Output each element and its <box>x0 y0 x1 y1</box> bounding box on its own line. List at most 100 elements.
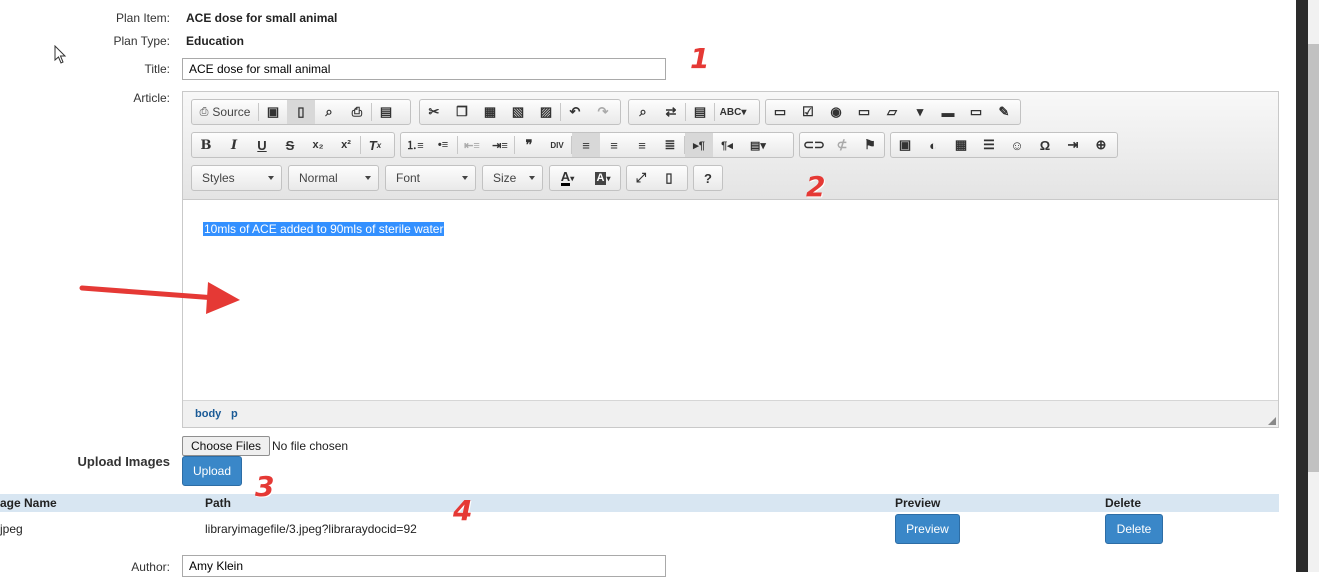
image-icon[interactable]: ▣ <box>891 133 919 157</box>
hidden-field-icon[interactable]: ✎ <box>990 100 1018 124</box>
path-p-link[interactable]: p <box>231 408 238 420</box>
numbered-list-icon[interactable]: ⒈≡ <box>401 133 429 157</box>
undo-icon[interactable]: ↶ <box>561 100 589 124</box>
background-color-icon[interactable]: A ▾ <box>585 166 620 190</box>
save-icon[interactable]: ▣ <box>259 100 287 124</box>
indent-icon[interactable]: ⇥≡ <box>486 133 514 157</box>
ltr-icon[interactable]: ▸¶ <box>685 133 713 157</box>
remove-format-icon[interactable]: Tx <box>361 133 389 157</box>
no-file-chosen-text: No file chosen <box>272 439 349 453</box>
form-icon[interactable]: ▭ <box>766 100 794 124</box>
paste-icon[interactable]: ▦ <box>476 100 504 124</box>
anchor-flag-icon[interactable]: ⚑ <box>856 133 884 157</box>
special-char-icon[interactable]: Ω <box>1031 133 1059 157</box>
header-image-name: age Name <box>0 496 57 510</box>
smiley-icon[interactable]: ☺ <box>1003 133 1031 157</box>
outdent-icon[interactable]: ⇤≡ <box>458 133 486 157</box>
spellcheck-icon[interactable]: ABC▾ <box>715 100 751 124</box>
resize-handle-icon[interactable] <box>1268 417 1276 425</box>
page-scrollbar-thumb[interactable] <box>1308 44 1319 472</box>
italic-icon[interactable]: I <box>220 133 248 157</box>
iframe-icon[interactable]: ⊕ <box>1087 133 1115 157</box>
toolbar-group-tools: ⤢ ▯ <box>626 165 688 191</box>
superscript-icon[interactable]: x² <box>332 133 360 157</box>
find-icon[interactable]: ⌕ <box>629 100 657 124</box>
templates-icon[interactable]: ▤ <box>372 100 400 124</box>
image-button-icon[interactable]: ▭ <box>962 100 990 124</box>
rich-text-editor: ⎙ Source ▣ ▯ ⌕ ⎙ ▤ ✂ ❐ ▦ ▧ ▨ ↶ ↷ ⌕ ⇄ ▤ AB… <box>182 91 1279 428</box>
styles-combo-label: Styles <box>202 171 235 185</box>
choose-files-button[interactable]: Choose Files <box>182 436 271 456</box>
source-label: Source <box>212 105 251 119</box>
format-combo[interactable]: Normal <box>288 165 379 191</box>
underline-icon[interactable]: U <box>248 133 276 157</box>
plan-item-value: ACE dose for small animal <box>186 11 338 25</box>
language-icon[interactable]: ▤▾ <box>741 133 775 157</box>
toolbar-group-colors: A ▾ A ▾ <box>549 165 621 191</box>
bulleted-list-icon[interactable]: •≡ <box>429 133 457 157</box>
title-input[interactable] <box>182 58 666 80</box>
title-label: Title: <box>144 62 170 76</box>
checkbox-icon[interactable]: ☑ <box>794 100 822 124</box>
select-field-icon[interactable]: ▾ <box>906 100 934 124</box>
source-button[interactable]: ⎙ Source <box>192 100 258 124</box>
align-center-icon[interactable]: ≡ <box>600 133 628 157</box>
copy-icon[interactable]: ❐ <box>448 100 476 124</box>
bold-icon[interactable]: B <box>192 133 220 157</box>
page-break-icon[interactable]: ⇥ <box>1059 133 1087 157</box>
chevron-down-icon <box>268 176 274 180</box>
rtl-icon[interactable]: ¶◂ <box>713 133 741 157</box>
select-all-icon[interactable]: ▤ <box>686 100 714 124</box>
horizontal-rule-icon[interactable]: ☰ <box>975 133 1003 157</box>
justify-icon[interactable]: ≣ <box>656 133 684 157</box>
textarea-icon[interactable]: ▱ <box>878 100 906 124</box>
subscript-icon[interactable]: x₂ <box>304 133 332 157</box>
editor-content[interactable]: 10mls of ACE added to 90mls of sterile w… <box>183 200 1278 401</box>
toolbar-group-links: ⊂⊃ ⊄ ⚑ <box>799 132 885 158</box>
chevron-down-icon <box>365 176 371 180</box>
show-blocks-icon[interactable]: ▯ <box>655 166 683 190</box>
align-right-icon[interactable]: ≡ <box>628 133 656 157</box>
cut-icon[interactable]: ✂ <box>420 100 448 124</box>
plan-type-label: Plan Type: <box>113 34 170 48</box>
size-combo[interactable]: Size <box>482 165 543 191</box>
header-preview: Preview <box>895 496 941 510</box>
strike-icon[interactable]: S <box>276 133 304 157</box>
div-container-icon[interactable]: DIV <box>543 133 571 157</box>
font-combo[interactable]: Font <box>385 165 476 191</box>
textfield-icon[interactable]: ▭ <box>850 100 878 124</box>
toolbar-group-insert: ▣ ◐ ▦ ☰ ☺ Ω ⇥ ⊕ <box>890 132 1118 158</box>
table-icon[interactable]: ▦ <box>947 133 975 157</box>
text-color-icon[interactable]: A ▾ <box>550 166 585 190</box>
toolbar-group-paragraph: ⒈≡ •≡ ⇤≡ ⇥≡ ❞ DIV ≡ ≡ ≡ ≣ ▸¶ ¶◂ ▤▾ <box>400 132 794 158</box>
radio-icon[interactable]: ◉ <box>822 100 850 124</box>
editor-statusbar: body p <box>183 400 1278 427</box>
preview-button[interactable]: Preview <box>895 514 960 544</box>
source-icon: ⎙ <box>199 105 209 118</box>
help-button[interactable]: ? <box>694 166 722 190</box>
path-body-link[interactable]: body <box>195 408 221 420</box>
unlink-icon[interactable]: ⊄ <box>828 133 856 157</box>
print-icon[interactable]: ⎙ <box>343 100 371 124</box>
author-input[interactable] <box>182 555 666 577</box>
button-field-icon[interactable]: ▬ <box>934 100 962 124</box>
replace-icon[interactable]: ⇄ <box>657 100 685 124</box>
link-icon[interactable]: ⊂⊃ <box>800 133 828 157</box>
annotation-number-3: 3 <box>255 470 275 503</box>
upload-button[interactable]: Upload <box>182 456 242 486</box>
selected-content-text[interactable]: 10mls of ACE added to 90mls of sterile w… <box>203 222 445 236</box>
maximize-icon[interactable]: ⤢ <box>627 166 655 190</box>
new-page-icon[interactable]: ▯ <box>287 100 315 124</box>
styles-combo[interactable]: Styles <box>191 165 282 191</box>
format-combo-label: Normal <box>299 171 338 185</box>
blockquote-icon[interactable]: ❞ <box>515 133 543 157</box>
plan-type-value: Education <box>186 34 245 48</box>
toolbar-group-forms: ▭ ☑ ◉ ▭ ▱ ▾ ▬ ▭ ✎ <box>765 99 1021 125</box>
redo-icon[interactable]: ↷ <box>589 100 617 124</box>
paste-text-icon[interactable]: ▧ <box>504 100 532 124</box>
delete-button[interactable]: Delete <box>1105 514 1163 544</box>
flash-icon[interactable]: ◐ <box>919 133 947 157</box>
align-left-icon[interactable]: ≡ <box>572 133 600 157</box>
paste-word-icon[interactable]: ▨ <box>532 100 560 124</box>
preview-icon[interactable]: ⌕ <box>315 100 343 124</box>
